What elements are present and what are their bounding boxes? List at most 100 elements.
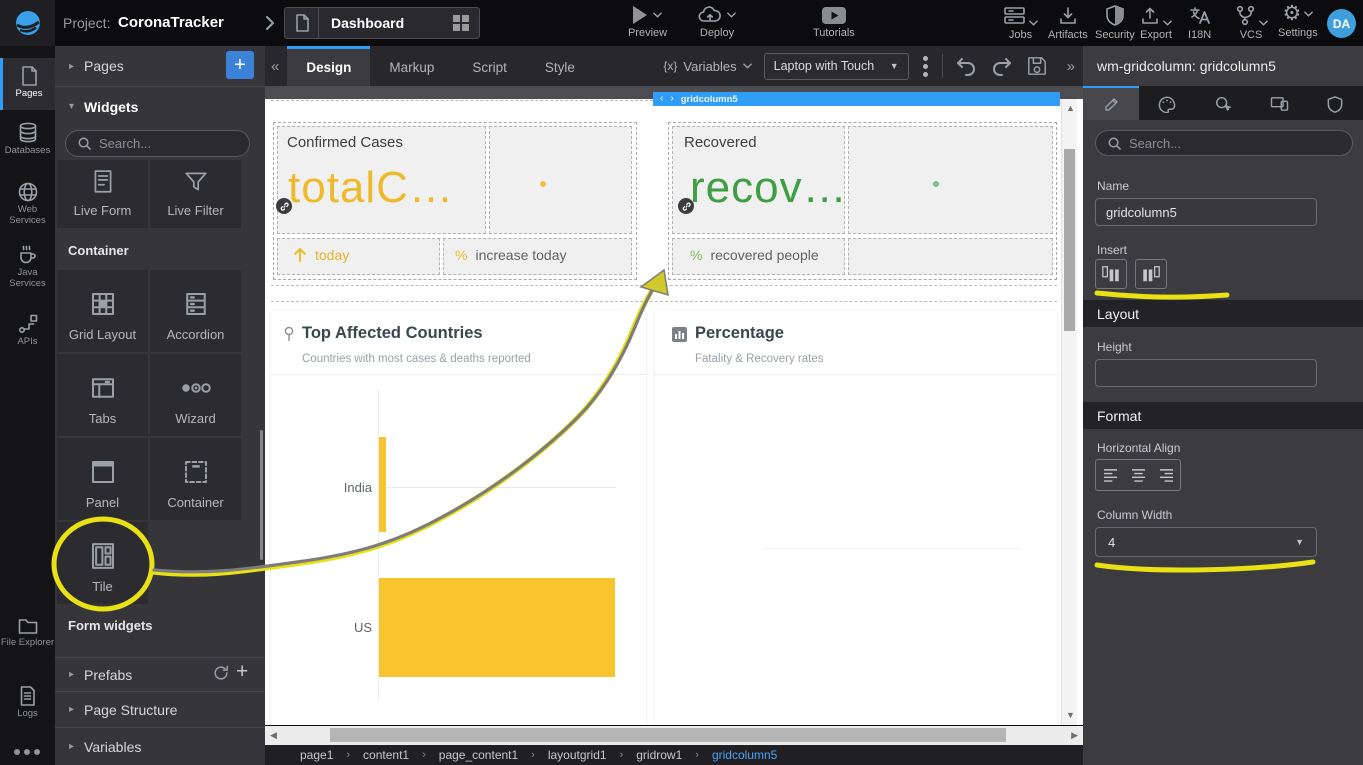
variables-menu-button[interactable]: {x} Variables (663, 46, 751, 86)
page-grid-icon[interactable] (453, 15, 469, 31)
sidebar-item-databases[interactable]: Databases (0, 116, 55, 170)
sidebar-item-java-services[interactable]: Java Services (0, 240, 55, 300)
align-right-button[interactable] (1152, 460, 1180, 490)
breadcrumb-item[interactable]: page1 (300, 748, 333, 762)
tab-properties[interactable] (1083, 86, 1139, 120)
tutorials-button[interactable]: Tutorials (813, 7, 855, 39)
breadcrumb-item-current[interactable]: gridcolumn5 (712, 748, 777, 762)
insert-column-after-button[interactable] (1135, 259, 1167, 289)
redo-icon[interactable] (991, 56, 1013, 76)
widget-grid-layout[interactable]: Grid Layout (57, 270, 148, 352)
sidebar-item-file-explorer[interactable]: File Explorer (0, 612, 55, 672)
breadcrumb-item[interactable]: layoutgrid1 (548, 748, 607, 762)
tab-devices[interactable] (1251, 86, 1307, 120)
widget-live-filter[interactable]: Live Filter (150, 160, 241, 228)
binding-link-icon[interactable] (276, 198, 292, 214)
collapse-left-panel-button[interactable]: « (265, 46, 287, 86)
export-button[interactable]: Export (1140, 6, 1172, 41)
scroll-left-arrow[interactable]: ◀ (270, 731, 277, 740)
tab-style[interactable]: Style (526, 46, 594, 86)
confirmed-stat1[interactable]: today (293, 247, 349, 263)
artifacts-button[interactable]: Artifacts (1048, 6, 1088, 41)
device-select[interactable]: Laptop with Touch ▼ (764, 53, 909, 80)
left-panel-scrollbar-thumb[interactable] (260, 430, 263, 560)
widget-tile[interactable]: Tile (57, 522, 148, 604)
confirmed-stat2[interactable]: % increase today (455, 247, 567, 263)
widget-live-form[interactable]: Live Form (57, 160, 148, 228)
sidebar-item-logs[interactable]: Logs (0, 680, 55, 732)
confirmed-value[interactable]: totalC… (288, 163, 454, 213)
recovered-stat[interactable]: % recovered people (690, 247, 819, 263)
app-logo[interactable] (0, 0, 55, 46)
preview-button[interactable]: Preview (628, 6, 667, 39)
undo-icon[interactable] (955, 56, 977, 76)
save-icon[interactable] (1027, 56, 1047, 76)
select-prev-icon[interactable]: ‹ (660, 94, 663, 104)
tab-script[interactable]: Script (453, 46, 526, 86)
canvas-more-menu-button[interactable] (909, 46, 942, 86)
tab-markup[interactable]: Markup (370, 46, 453, 86)
bar-india[interactable] (379, 437, 386, 532)
widgets-section-header[interactable]: ▾ Widgets (55, 86, 265, 126)
scroll-down-arrow[interactable]: ▼ (1066, 711, 1075, 720)
name-input[interactable] (1095, 198, 1317, 226)
settings-button[interactable]: ⚙ Settings (1278, 3, 1318, 39)
page-structure-section-header[interactable]: ▸ Page Structure (55, 691, 265, 727)
variables-section-header[interactable]: ▸ Variables (55, 727, 265, 765)
tab-inspector[interactable] (1195, 86, 1251, 120)
binding-link-icon[interactable] (678, 198, 694, 214)
properties-search-input[interactable]: Search... (1095, 130, 1353, 156)
deploy-button[interactable]: Deploy (698, 5, 736, 39)
widget-panel[interactable]: Panel (57, 438, 148, 520)
vscrollbar-thumb[interactable] (1064, 149, 1075, 331)
recovered-stat2-cell[interactable] (848, 238, 1053, 275)
align-center-button[interactable] (1124, 460, 1152, 490)
widget-tabs[interactable]: Tabs (57, 354, 148, 436)
breadcrumb-item[interactable]: content1 (363, 748, 409, 762)
hscrollbar-thumb[interactable] (330, 728, 1006, 742)
jobs-button[interactable]: Jobs (1003, 6, 1038, 41)
sidebar-item-web-services[interactable]: Web Services (0, 176, 55, 236)
recovered-value[interactable]: recov… (690, 163, 848, 213)
widget-search-input[interactable]: Search... (65, 130, 250, 157)
tab-styles[interactable] (1139, 86, 1195, 120)
percentage-panel[interactable] (655, 310, 1057, 725)
tab-security[interactable] (1307, 86, 1363, 120)
recovered-side-cell[interactable] (848, 126, 1053, 234)
confirmed-side-cell[interactable] (489, 126, 632, 234)
tutorials-label: Tutorials (813, 27, 855, 39)
select-next-icon[interactable]: › (670, 94, 673, 104)
scroll-right-arrow[interactable]: ▶ (1071, 731, 1078, 740)
height-input[interactable] (1095, 359, 1317, 387)
column-width-select[interactable]: 4 ▼ (1095, 527, 1317, 557)
prefabs-section-header[interactable]: ▸ Prefabs (55, 657, 265, 691)
widget-wizard[interactable]: Wizard (150, 354, 241, 436)
security-button[interactable]: Security (1095, 5, 1135, 41)
rail-more-button[interactable] (14, 749, 40, 755)
sidebar-item-apis[interactable]: APIs (0, 308, 55, 360)
dot-icon (923, 72, 928, 77)
breadcrumb-item[interactable]: gridrow1 (636, 748, 682, 762)
insert-column-before-button[interactable] (1095, 259, 1127, 289)
widget-accordion[interactable]: Accordion (150, 270, 241, 352)
canvas-vscrollbar[interactable]: ▲ ▼ (1061, 99, 1077, 725)
tab-design[interactable]: Design (287, 46, 370, 86)
i18n-button[interactable]: I18N (1188, 6, 1211, 41)
avatar[interactable]: DA (1327, 9, 1356, 38)
collapse-right-panel-button[interactable]: » (1059, 46, 1083, 86)
format-section-header[interactable]: Format (1083, 402, 1363, 429)
prefabs-refresh-icon[interactable] (212, 664, 230, 682)
canvas-hscrollbar[interactable]: ◀ ▶ (265, 726, 1083, 745)
align-left-button[interactable] (1096, 460, 1124, 490)
layout-section-header[interactable]: Layout (1083, 300, 1363, 327)
add-page-button[interactable]: + (226, 51, 254, 79)
page-tab-dashboard[interactable]: Dashboard (284, 7, 480, 39)
prefabs-add-icon[interactable]: + (236, 660, 248, 684)
scroll-up-arrow[interactable]: ▲ (1066, 104, 1075, 113)
selection-header-gridcolumn5[interactable]: ‹ › gridcolumn5 (653, 92, 1060, 106)
widget-container[interactable]: Container (150, 438, 241, 520)
bar-us[interactable] (379, 578, 615, 677)
sidebar-item-pages[interactable]: Pages (0, 58, 55, 110)
vcs-button[interactable]: VCS (1234, 5, 1268, 41)
breadcrumb-item[interactable]: page_content1 (439, 748, 518, 762)
